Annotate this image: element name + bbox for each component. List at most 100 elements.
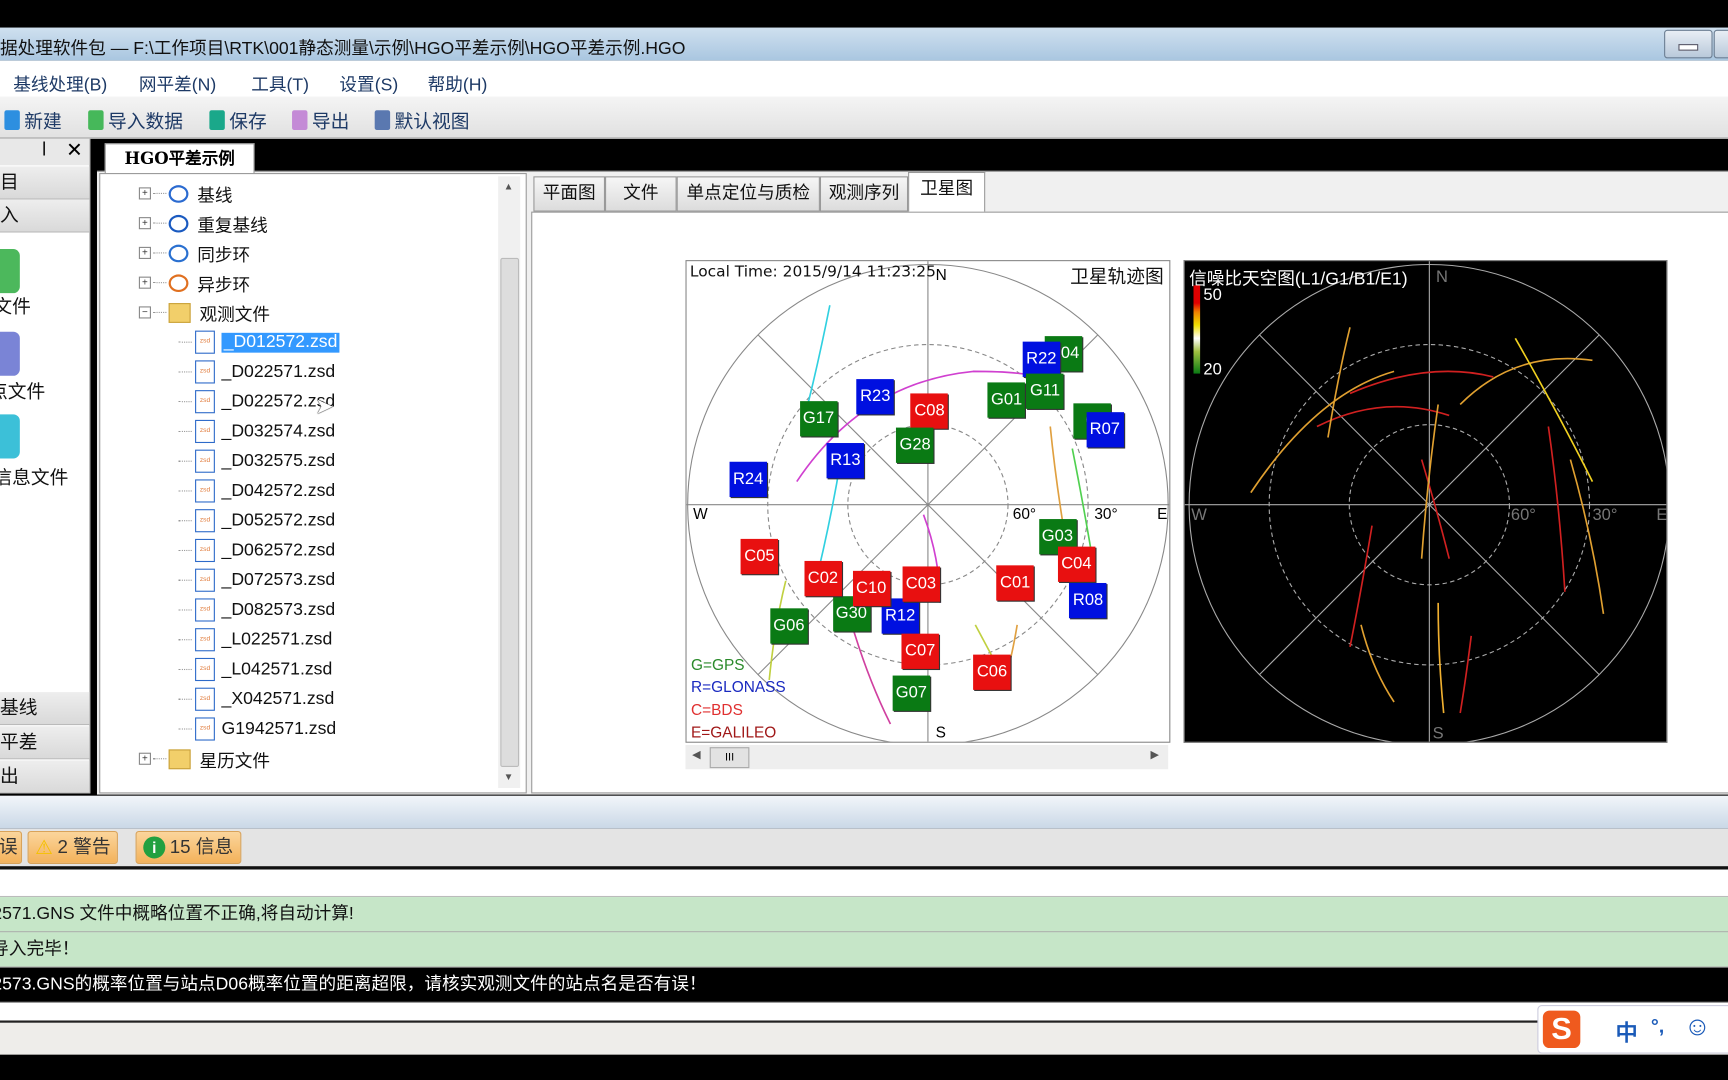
satellite-marker: C10 xyxy=(852,571,890,607)
menu-help[interactable]: 帮助(H) xyxy=(428,69,488,95)
repeat-baseline-icon xyxy=(168,214,189,232)
panel-row-export[interactable]: 出 xyxy=(0,760,90,794)
tree-file-item[interactable]: zsd _D052572.zsd xyxy=(139,506,340,536)
expand-icon[interactable]: + xyxy=(138,752,151,765)
panel-item-label[interactable]: 信息文件 xyxy=(0,462,68,490)
snr-scale-max: 50 xyxy=(1203,285,1222,305)
warnings-button[interactable]: ⚠ 2 警告 xyxy=(27,830,119,864)
toolbar-import-button[interactable]: 导入数据 xyxy=(88,106,183,134)
expand-icon[interactable]: + xyxy=(138,246,151,259)
tree-file-item[interactable]: zsd _D072573.zsd xyxy=(139,565,340,595)
tree-node[interactable]: + 同步环 xyxy=(138,238,340,268)
new-file-icon xyxy=(4,109,20,130)
minimize-button[interactable] xyxy=(1664,29,1713,59)
panel-row-baseline[interactable]: 基线 xyxy=(0,692,90,726)
tree-file-item[interactable]: zsd _D042572.zsd xyxy=(139,476,340,506)
log-row[interactable]: 2573.GNS的概率位置与站点D06概率位置的距离超限，请核实观测文件的站点名… xyxy=(0,967,1728,1003)
tree-line xyxy=(153,252,167,254)
sogou-logo-icon[interactable]: S xyxy=(1542,1010,1581,1049)
ime-language-toggle[interactable]: 中 xyxy=(1616,1015,1638,1047)
tree-file-item[interactable]: zsd _D022572.zsd xyxy=(139,387,340,417)
west-label: W xyxy=(693,504,708,523)
expand-icon[interactable]: + xyxy=(138,217,151,230)
tree-node[interactable]: + 基线 xyxy=(138,179,340,209)
close-icon[interactable]: ✕ xyxy=(66,139,83,162)
tab-0[interactable]: 平面图 xyxy=(533,176,606,212)
errors-label: 误 xyxy=(0,836,18,858)
panel-row-adjust[interactable]: 平差 xyxy=(0,726,90,760)
splitter[interactable] xyxy=(0,795,1728,829)
tree-file-item[interactable]: zsd _X042571.zsd xyxy=(139,684,340,714)
scroll-down-icon[interactable]: ▼ xyxy=(504,771,514,782)
snr-track xyxy=(1349,370,1494,395)
scroll-thumb[interactable] xyxy=(500,257,520,768)
expand-icon[interactable]: + xyxy=(138,276,151,289)
east-label: E xyxy=(1157,504,1168,523)
restore-button[interactable] xyxy=(1713,29,1728,59)
minimize-icon xyxy=(1678,44,1699,51)
ime-punct-toggle[interactable]: °, xyxy=(1651,1015,1664,1038)
tree-scrollbar[interactable]: ▲ ▼ xyxy=(498,176,521,788)
log-row[interactable]: 导入完毕！ xyxy=(0,932,1728,968)
snr-color-scale xyxy=(1193,285,1201,374)
scroll-thumb[interactable]: III xyxy=(709,747,750,769)
tree-node-label: 基线 xyxy=(197,186,233,206)
file-type-icon[interactable] xyxy=(0,331,20,376)
menu-settings[interactable]: 设置(S) xyxy=(339,69,398,95)
tree-line xyxy=(178,609,192,611)
scroll-right-icon[interactable]: ▶ xyxy=(1151,749,1159,761)
file-name: _X042571.zsd xyxy=(221,689,335,709)
scroll-up-icon[interactable]: ▲ xyxy=(504,181,514,192)
panel-item-label[interactable]: 点文件 xyxy=(0,376,45,404)
expand-icon[interactable]: + xyxy=(138,187,151,200)
panel-row-project[interactable]: 目 xyxy=(0,166,90,200)
toolbar-label: 新建 xyxy=(24,111,62,133)
tree-file-item[interactable]: zsd G1942571.zsd xyxy=(139,714,340,744)
tree-node[interactable]: + 星历文件 xyxy=(138,744,340,774)
tree-file-item[interactable]: zsd _L042571.zsd xyxy=(139,655,340,685)
tab-1[interactable]: 文件 xyxy=(605,176,677,212)
info-label: 15 信息 xyxy=(169,836,234,858)
menu-network-adjust[interactable]: 网平差(N) xyxy=(139,69,216,95)
pin-icon[interactable]: ꟾ xyxy=(42,141,47,160)
file-type-icon[interactable] xyxy=(0,249,20,294)
scroll-left-icon[interactable]: ◀ xyxy=(692,749,700,761)
tree-node[interactable]: − 观测文件 xyxy=(138,298,340,328)
tree-file-item[interactable]: zsd _D022571.zsd xyxy=(139,357,340,387)
zsd-file-icon: zsd xyxy=(195,687,215,711)
tree-line xyxy=(153,282,167,284)
tree-file-item[interactable]: zsd _D032575.zsd xyxy=(139,446,340,476)
toolbar-export-button[interactable]: 导出 xyxy=(292,106,349,134)
panel-row-import[interactable]: 入 xyxy=(0,199,90,233)
track-plot-canvas xyxy=(686,261,1170,742)
tab-3[interactable]: 观测序列 xyxy=(819,176,909,212)
log-row[interactable]: 2571.GNS 文件中概略位置不正确,将自动计算! xyxy=(0,897,1728,933)
zsd-file-icon: zsd xyxy=(195,568,215,592)
toolbar-default-view-button[interactable]: 默认视图 xyxy=(374,106,469,134)
snr-scale-min: 20 xyxy=(1203,360,1222,380)
file-type-icon[interactable] xyxy=(0,414,20,459)
plot-horizontal-scrollbar[interactable]: ◀ III ▶ xyxy=(685,744,1169,770)
tree-node[interactable]: + 重复基线 xyxy=(138,208,340,238)
errors-button[interactable]: 误 xyxy=(0,830,23,864)
left-panel: ꟾ ✕ 目 入 基线 平差 出 文件点文件信息文件 xyxy=(0,138,91,794)
satellite-marker: C03 xyxy=(902,566,940,603)
menu-baseline[interactable]: 基线处理(B) xyxy=(13,69,107,95)
document-tab[interactable]: HGO平差示例 xyxy=(104,143,255,174)
panel-item-label[interactable]: 文件 xyxy=(0,291,31,319)
collapse-icon[interactable]: − xyxy=(138,306,151,319)
tab-4[interactable]: 卫星图 xyxy=(908,171,986,212)
tree-file-item[interactable]: zsd _D062572.zsd xyxy=(139,536,340,566)
toolbar-new-file-button[interactable]: 新建 xyxy=(4,106,62,134)
emoji-icon[interactable]: ☺ xyxy=(1684,1012,1711,1043)
tree-node[interactable]: + 异步环 xyxy=(138,268,340,298)
tree-file-item[interactable]: zsd _D012572.zsd xyxy=(139,327,340,357)
tree-file-item[interactable]: zsd _L022571.zsd xyxy=(139,625,340,655)
info-button[interactable]: i 15 信息 xyxy=(135,830,241,864)
tree-file-item[interactable]: zsd _D082573.zsd xyxy=(139,595,340,625)
toolbar-save-button[interactable]: 保存 xyxy=(209,106,267,134)
tab-2[interactable]: 单点定位与质检 xyxy=(676,176,820,212)
menu-tools[interactable]: 工具(T) xyxy=(251,69,309,95)
tree-file-item[interactable]: zsd _D032574.zsd xyxy=(139,417,340,447)
zsd-file-icon: zsd xyxy=(195,717,215,741)
